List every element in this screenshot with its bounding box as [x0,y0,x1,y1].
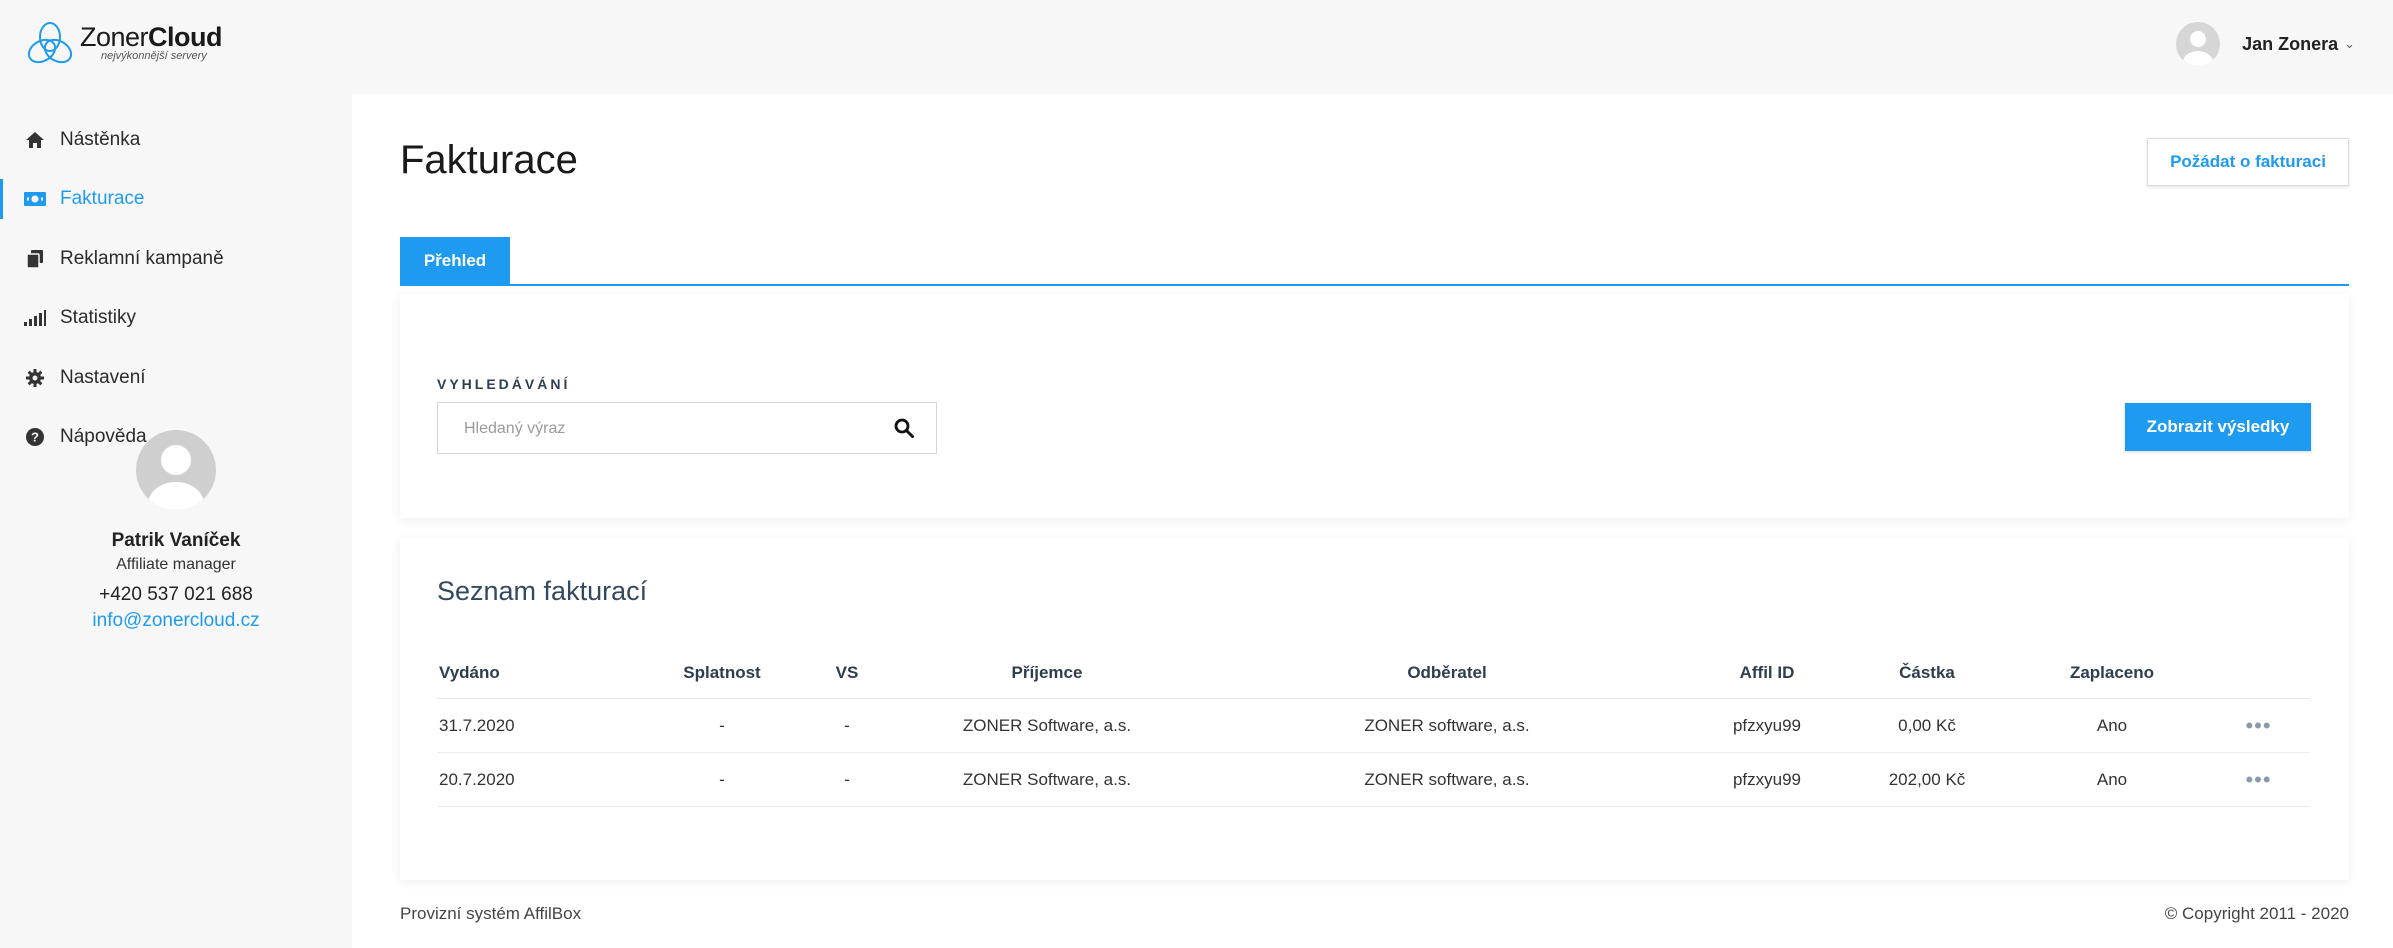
search-input[interactable] [462,403,886,455]
column-header-affil-id[interactable]: Affil ID [1697,648,1837,699]
sidebar-item-label: Nástěnka [60,129,141,150]
manager-phone: +420 537 021 688 [99,584,253,605]
cell-zaplaceno: Ano [2017,752,2207,807]
sidebar-item-label: Fakturace [60,188,145,209]
sidebar-item-fakturace[interactable]: Fakturace [0,171,352,227]
footer-copyright: © Copyright 2011 - 2020 [2164,904,2349,923]
sidebar-item-nastaveni[interactable]: Nastavení [0,350,352,406]
cell-castka: 0,00 Kč [1837,698,2017,753]
sidebar-item-label: Reklamní kampaně [60,248,224,269]
column-header-vs[interactable]: VS [797,648,897,699]
invoice-table: Vydáno Splatnost VS Příjemce Odběratel A… [437,648,2310,807]
footer-system-name: Provizní systém AffilBox [400,904,582,923]
column-header-castka[interactable]: Částka [1837,648,2017,699]
chevron-down-icon: ⌄ [2344,36,2355,51]
more-options-icon[interactable]: ••• [2245,713,2271,738]
cell-zaplaceno: Ano [2017,698,2207,753]
cell-vs: - [797,752,897,807]
cell-vs: - [797,698,897,753]
home-icon [24,129,46,151]
table-header-row: Vydáno Splatnost VS Příjemce Odběratel A… [437,648,2310,699]
cell-vydano: 20.7.2020 [437,752,647,807]
table-row[interactable]: 31.7.2020 - - ZONER Software, a.s. ZONER… [437,698,2310,753]
more-options-icon[interactable]: ••• [2245,767,2271,792]
search-panel: VYHLEDÁVÁNÍ Zobrazit výsledky [400,294,2349,518]
cell-castka: 202,00 Kč [1837,752,2017,807]
sidebar: Nástěnka Fakturace Reklamní kampaně Stat… [0,94,352,948]
user-menu[interactable]: Jan Zonera ⌄ [2176,22,2355,66]
cell-odberatel: ZONER software, a.s. [1197,698,1697,753]
column-header-splatnost[interactable]: Splatnost [647,648,797,699]
cell-prijemce: ZONER Software, a.s. [897,698,1197,753]
zonercloud-logo[interactable]: ZonerCloud nejvýkonnější servery [25,20,225,68]
tab-prehled[interactable]: Přehled [400,237,510,284]
sidebar-item-reklamni-kampane[interactable]: Reklamní kampaně [0,231,352,287]
search-field [437,402,937,455]
money-icon [24,188,46,210]
cell-affil-id: pfzxyu99 [1697,698,1837,753]
sidebar-item-label: Statistiky [60,307,137,328]
user-name: Jan Zonera [2242,33,2339,54]
show-results-button[interactable]: Zobrazit výsledky [2125,403,2311,451]
sidebar-item-statistiky[interactable]: Statistiky [0,290,352,346]
main-content: Fakturace Požádat o fakturaci Přehled VY… [352,94,2393,948]
column-header-prijemce[interactable]: Příjemce [897,648,1197,699]
signal-icon [24,307,46,329]
logo-mark-icon [27,22,73,64]
cell-prijemce: ZONER Software, a.s. [897,752,1197,807]
column-header-actions [2207,648,2310,699]
manager-avatar [136,430,216,510]
manager-email-link[interactable]: info@zonercloud.cz [92,610,259,632]
manager-role: Affiliate manager [116,556,236,573]
search-icon[interactable] [894,418,914,438]
cell-odberatel: ZONER software, a.s. [1197,752,1697,807]
logo-tagline: nejvýkonnější servery [101,50,207,62]
column-header-vydano[interactable]: Vydáno [437,648,647,699]
user-avatar [2176,22,2221,66]
tab-bar: Přehled [400,237,2349,286]
affiliate-manager-card: Patrik Vaníček Affiliate manager +420 53… [0,430,352,632]
logo-wordmark: ZonerCloud [80,22,223,52]
manager-name: Patrik Vaníček [111,530,241,551]
copy-icon [24,248,46,270]
request-invoice-button[interactable]: Požádat o fakturaci [2147,138,2349,186]
sidebar-item-label: Nastavení [60,367,146,388]
search-label: VYHLEDÁVÁNÍ [437,376,571,392]
column-header-zaplaceno[interactable]: Zaplaceno [2017,648,2207,699]
top-bar: ZonerCloud nejvýkonnější servery Jan Zon… [0,0,2393,94]
sidebar-item-nastenka[interactable]: Nástěnka [0,112,352,168]
cell-splatnost: - [647,698,797,753]
column-header-odberatel[interactable]: Odběratel [1197,648,1697,699]
table-row[interactable]: 20.7.2020 - - ZONER Software, a.s. ZONER… [437,752,2310,807]
invoice-list-panel: Seznam fakturací Vydáno Splatnost VS Pří… [400,538,2349,880]
gear-icon [24,367,46,389]
cell-splatnost: - [647,752,797,807]
cell-vydano: 31.7.2020 [437,698,647,753]
page-title: Fakturace [400,138,578,182]
cell-affil-id: pfzxyu99 [1697,752,1837,807]
invoice-list-title: Seznam fakturací [437,576,648,606]
